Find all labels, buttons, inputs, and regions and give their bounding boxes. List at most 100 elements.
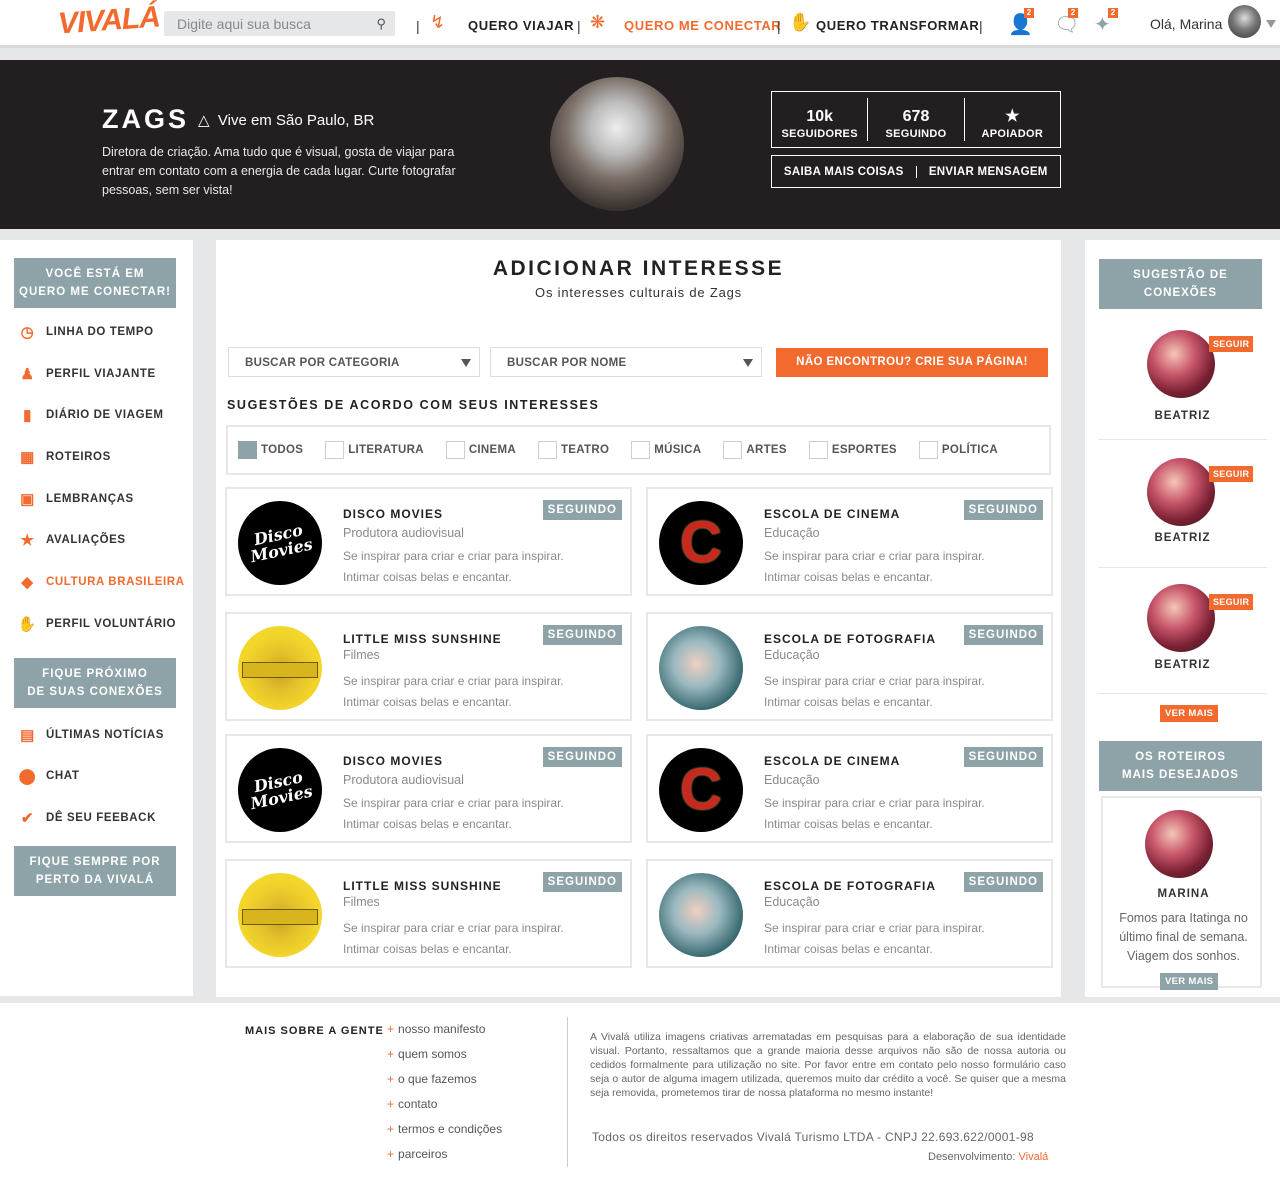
footer-link[interactable]: + o que fazemos — [387, 1072, 477, 1086]
suggestion-item[interactable]: SEGUIR BEATRIZ — [1098, 312, 1267, 440]
checkbox[interactable] — [325, 441, 345, 459]
interest-card[interactable]: Disco Movies DISCO MOVIES Produtora audi… — [225, 487, 632, 596]
checkbox[interactable] — [537, 441, 557, 459]
filter-cinema[interactable]: CINEMA — [445, 441, 516, 459]
sidebar-item-avaliacoes[interactable]: ★ AVALIAÇÕES — [17, 531, 126, 549]
checkbox[interactable] — [723, 441, 743, 459]
category-select[interactable]: BUSCAR POR CATEGORIA — [228, 347, 480, 377]
send-message-button[interactable]: ENVIAR MENSAGEM — [917, 166, 1061, 178]
search-box[interactable]: ⚲ — [164, 11, 395, 36]
footer-link-label[interactable]: o que fazemos — [398, 1072, 477, 1086]
filter-teatro[interactable]: TEATRO — [537, 441, 609, 459]
checkbox[interactable] — [631, 441, 651, 459]
filter-literatura[interactable]: LITERATURA — [325, 441, 424, 459]
interest-card[interactable]: ESCOLA DE FOTOGRAFIA Educação Se inspira… — [646, 612, 1053, 721]
see-more-connections-button[interactable]: VER MAIS — [1160, 705, 1219, 722]
card-title[interactable]: LITTLE MISS SUNSHINE — [343, 632, 502, 646]
card-title[interactable]: DISCO MOVIES — [343, 507, 443, 521]
stat-following[interactable]: 678 SEGUINDO — [868, 98, 965, 141]
suggestion-name[interactable]: BEATRIZ — [1098, 659, 1267, 671]
sidebar-item-perfil-viajante[interactable]: ♟ PERFIL VIAJANTE — [17, 365, 156, 383]
filter-politica[interactable]: POLÍTICA — [918, 441, 998, 459]
footer-link-label[interactable]: contato — [398, 1097, 437, 1111]
filter-esportes[interactable]: ESPORTES — [808, 441, 897, 459]
nav-quero-me-conectar[interactable]: QUERO ME CONECTAR — [624, 18, 781, 33]
see-more-routes-button[interactable]: VER MAIS — [1160, 973, 1219, 990]
interest-card[interactable]: LITTLE MISS SUNSHINE Filmes Se inspirar … — [225, 859, 632, 968]
nav-quero-transformar[interactable]: QUERO TRANSFORMAR — [816, 18, 979, 33]
filter-todos[interactable]: TODOS — [238, 441, 303, 459]
footer-link[interactable]: + termos e condições — [387, 1122, 502, 1136]
card-category: Produtora audiovisual — [343, 773, 464, 787]
footer-link[interactable]: + quem somos — [387, 1047, 467, 1061]
more-info-button[interactable]: SAIBA MAIS COISAS — [772, 165, 917, 178]
checkbox[interactable] — [808, 441, 828, 459]
name-select[interactable]: BUSCAR POR NOME — [490, 347, 762, 377]
sidebar-item-feedback[interactable]: ✔ DÊ SEU FEEBACK — [17, 809, 156, 827]
suggestion-name[interactable]: BEATRIZ — [1098, 532, 1267, 544]
checkbox[interactable] — [918, 441, 938, 459]
follow-button[interactable]: SEGUIR — [1209, 336, 1254, 352]
vivala-logo[interactable]: VIVALÁ — [57, 0, 161, 41]
following-button[interactable]: SEGUINDO — [963, 872, 1043, 892]
follow-button[interactable]: SEGUIR — [1209, 466, 1254, 482]
following-button[interactable]: SEGUINDO — [542, 747, 622, 767]
search-input[interactable] — [164, 11, 359, 36]
interest-card[interactable]: C ESCOLA DE CINEMA Educação Se inspirar … — [646, 734, 1053, 843]
user-avatar[interactable] — [1228, 5, 1261, 38]
suggestion-avatar[interactable] — [1147, 330, 1215, 398]
footer-link[interactable]: + parceiros — [387, 1147, 447, 1161]
sidebar-item-diario-de-viagem[interactable]: ▮ DIÁRIO DE VIAGEM — [17, 406, 164, 424]
following-button[interactable]: SEGUINDO — [542, 625, 622, 645]
filter-musica[interactable]: MÚSICA — [631, 441, 701, 459]
interest-card[interactable]: LITTLE MISS SUNSHINE Filmes Se inspirar … — [225, 612, 632, 721]
user-greeting[interactable]: Olá, Marina — [1150, 16, 1222, 32]
following-button[interactable]: SEGUINDO — [542, 872, 622, 892]
suggestion-item[interactable]: SEGUIR BEATRIZ — [1098, 440, 1267, 568]
interest-card[interactable]: ESCOLA DE FOTOGRAFIA Educação Se inspira… — [646, 859, 1053, 968]
stat-supporter[interactable]: ★ APOIADOR — [965, 98, 1060, 141]
route-card[interactable]: MARINA Fomos para Itatinga no último fin… — [1101, 796, 1262, 988]
footer-link-label[interactable]: nosso manifesto — [398, 1022, 485, 1036]
sidebar-item-lembrancas[interactable]: ▣ LEMBRANÇAS — [17, 490, 134, 508]
footer-link-label[interactable]: termos e condições — [398, 1122, 502, 1136]
follow-button[interactable]: SEGUIR — [1209, 594, 1254, 610]
suggestion-name[interactable]: BEATRIZ — [1098, 410, 1267, 422]
sidebar-item-ultimas-noticias[interactable]: ▤ ÚLTIMAS NOTÍCIAS — [17, 726, 164, 744]
dev-link[interactable]: Vivalá — [1019, 1151, 1049, 1163]
card-title[interactable]: ESCOLA DE FOTOGRAFIA — [764, 632, 936, 646]
following-button[interactable]: SEGUINDO — [542, 500, 622, 520]
following-button[interactable]: SEGUINDO — [963, 747, 1043, 767]
interest-card[interactable]: Disco Movies DISCO MOVIES Produtora audi… — [225, 734, 632, 843]
following-button[interactable]: SEGUINDO — [963, 500, 1043, 520]
sidebar-item-cultura-brasileira[interactable]: ◆ CULTURA BRASILEIRA — [17, 573, 185, 591]
sidebar-item-perfil-voluntario[interactable]: ✋ PERFIL VOLUNTÁRIO — [17, 615, 176, 633]
suggestion-item[interactable]: SEGUIR BEATRIZ — [1098, 566, 1267, 694]
search-icon[interactable]: ⚲ — [376, 16, 386, 32]
footer-link[interactable]: + contato — [387, 1097, 437, 1111]
following-button[interactable]: SEGUINDO — [963, 625, 1043, 645]
card-title[interactable]: ESCOLA DE CINEMA — [764, 507, 900, 521]
checkbox[interactable] — [238, 441, 257, 459]
create-page-button[interactable]: NÃO ENCONTROU? CRIE SUA PÁGINA! — [776, 348, 1048, 377]
sidebar-item-roteiros[interactable]: ▦ ROTEIROS — [17, 448, 111, 466]
chat-icon: ⬤ — [18, 768, 37, 785]
footer-link[interactable]: + nosso manifesto — [387, 1022, 485, 1036]
card-title[interactable]: LITTLE MISS SUNSHINE — [343, 879, 502, 893]
interest-card[interactable]: C ESCOLA DE CINEMA Educação Se inspirar … — [646, 487, 1053, 596]
stat-followers[interactable]: 10k SEGUIDORES — [772, 98, 869, 141]
filter-artes[interactable]: ARTES — [723, 441, 787, 459]
sidebar-item-chat[interactable]: ⬤ CHAT — [17, 767, 80, 785]
checkbox[interactable] — [445, 441, 465, 459]
card-title[interactable]: ESCOLA DE FOTOGRAFIA — [764, 879, 936, 893]
footer-link-label[interactable]: quem somos — [398, 1047, 467, 1061]
sidebar-item-linha-do-tempo[interactable]: ◷ LINHA DO TEMPO — [17, 323, 154, 341]
suggestion-avatar[interactable] — [1147, 458, 1215, 526]
stay-close-box[interactable]: FIQUE SEMPRE POR PERTO DA VIVALÁ — [14, 846, 176, 896]
suggestion-avatar[interactable] — [1147, 584, 1215, 652]
nav-quero-viajar[interactable]: QUERO VIAJAR — [468, 18, 574, 33]
chevron-down-icon[interactable] — [1266, 20, 1276, 28]
card-title[interactable]: ESCOLA DE CINEMA — [764, 754, 900, 768]
footer-link-label[interactable]: parceiros — [398, 1147, 447, 1161]
card-title[interactable]: DISCO MOVIES — [343, 754, 443, 768]
